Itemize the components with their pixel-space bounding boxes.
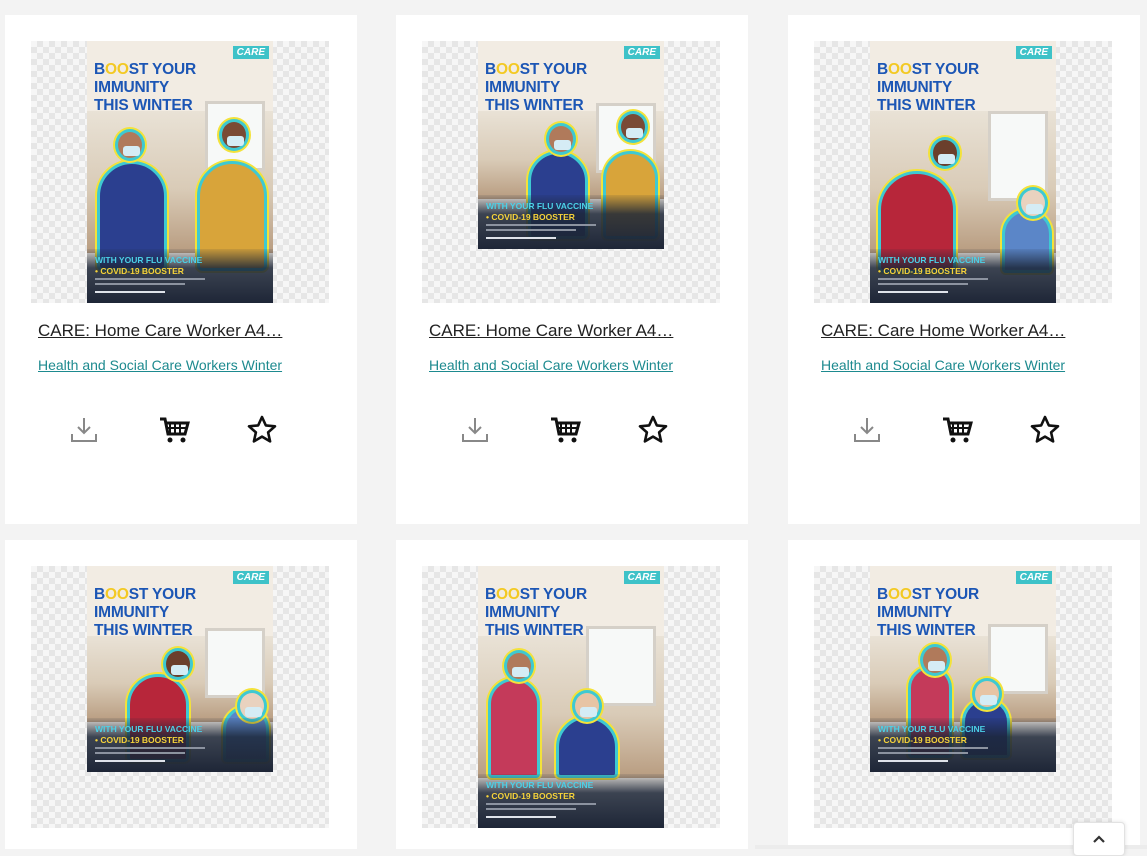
poster-headline: BOOST YOUR IMMUNITY THIS WINTER	[877, 61, 979, 114]
brand-badge: CARE	[232, 46, 269, 59]
download-icon[interactable]	[64, 410, 104, 450]
product-thumbnail[interactable]: CARE BOOST YOUR IMMUNITY THIS WINTER WIT…	[422, 41, 720, 303]
scroll-to-top-button[interactable]	[1073, 822, 1125, 856]
star-icon[interactable]	[633, 410, 673, 450]
poster-image: CARE BOOST YOUR IMMUNITY THIS WINTER WIT…	[870, 566, 1056, 772]
poster-headline: BOOST YOUR IMMUNITY THIS WINTER	[94, 61, 196, 114]
product-category-link[interactable]: Health and Social Care Workers Winter	[821, 357, 1065, 373]
product-card: CARE BOOST YOUR IMMUNITY THIS WINTER WIT…	[788, 15, 1140, 524]
poster-footer-band: WITH YOUR FLU VACCINE • COVID-19 BOOSTER	[478, 774, 664, 828]
shopping-cart-icon[interactable]	[545, 410, 585, 450]
product-card: CARE BOOST YOUR IMMUNITY THIS WINTER WIT…	[396, 15, 748, 524]
brand-badge: CARE	[623, 46, 660, 59]
chevron-up-icon	[1093, 835, 1105, 843]
poster-image: CARE BOOST YOUR IMMUNITY THIS WINTER WIT…	[870, 41, 1056, 303]
product-card: CARE BOOST YOUR IMMUNITY THIS WINTER WIT…	[5, 15, 357, 524]
product-title[interactable]: CARE: Care Home Worker A4…	[821, 321, 1111, 341]
product-card: CARE BOOST YOUR IMMUNITY THIS WINTER WIT…	[788, 540, 1140, 849]
product-title[interactable]: CARE: Home Care Worker A4…	[38, 321, 328, 341]
poster-footer-band: WITH YOUR FLU VACCINE • COVID-19 BOOSTER	[478, 195, 664, 249]
poster-image: CARE BOOST YOUR IMMUNITY THIS WINTER WIT…	[87, 41, 273, 303]
star-icon[interactable]	[242, 410, 282, 450]
poster-image: CARE BOOST YOUR IMMUNITY THIS WINTER WIT…	[87, 566, 273, 772]
poster-headline: BOOST YOUR IMMUNITY THIS WINTER	[485, 61, 587, 114]
brand-badge: CARE	[1015, 571, 1052, 584]
product-thumbnail[interactable]: CARE BOOST YOUR IMMUNITY THIS WINTER WIT…	[422, 566, 720, 828]
poster-footer-band: WITH YOUR FLU VACCINE • COVID-19 BOOSTER	[87, 249, 273, 303]
poster-headline: BOOST YOUR IMMUNITY THIS WINTER	[877, 586, 979, 639]
product-thumbnail[interactable]: CARE BOOST YOUR IMMUNITY THIS WINTER WIT…	[31, 41, 329, 303]
shopping-cart-icon[interactable]	[937, 410, 977, 450]
poster-headline: BOOST YOUR IMMUNITY THIS WINTER	[94, 586, 196, 639]
shopping-cart-icon[interactable]	[154, 410, 194, 450]
product-grid: CARE BOOST YOUR IMMUNITY THIS WINTER WIT…	[0, 0, 1147, 856]
product-category-link[interactable]: Health and Social Care Workers Winter	[38, 357, 282, 373]
poster-image: CARE BOOST YOUR IMMUNITY THIS WINTER WIT…	[478, 566, 664, 828]
download-icon[interactable]	[847, 410, 887, 450]
product-category-link[interactable]: Health and Social Care Workers Winter	[429, 357, 673, 373]
brand-badge: CARE	[623, 571, 660, 584]
brand-badge: CARE	[1015, 46, 1052, 59]
download-icon[interactable]	[455, 410, 495, 450]
poster-headline: BOOST YOUR IMMUNITY THIS WINTER	[485, 586, 587, 639]
product-card: CARE BOOST YOUR IMMUNITY THIS WINTER WIT…	[396, 540, 748, 849]
product-thumbnail[interactable]: CARE BOOST YOUR IMMUNITY THIS WINTER WIT…	[814, 41, 1112, 303]
product-thumbnail[interactable]: CARE BOOST YOUR IMMUNITY THIS WINTER WIT…	[814, 566, 1112, 828]
product-card: CARE BOOST YOUR IMMUNITY THIS WINTER WIT…	[5, 540, 357, 849]
poster-footer-band: WITH YOUR FLU VACCINE • COVID-19 BOOSTER	[870, 249, 1056, 303]
star-icon[interactable]	[1025, 410, 1065, 450]
brand-badge: CARE	[232, 571, 269, 584]
poster-footer-band: WITH YOUR FLU VACCINE • COVID-19 BOOSTER	[870, 718, 1056, 772]
poster-footer-band: WITH YOUR FLU VACCINE • COVID-19 BOOSTER	[87, 718, 273, 772]
poster-image: CARE BOOST YOUR IMMUNITY THIS WINTER WIT…	[478, 41, 664, 249]
product-title[interactable]: CARE: Home Care Worker A4…	[429, 321, 719, 341]
product-thumbnail[interactable]: CARE BOOST YOUR IMMUNITY THIS WINTER WIT…	[31, 566, 329, 828]
